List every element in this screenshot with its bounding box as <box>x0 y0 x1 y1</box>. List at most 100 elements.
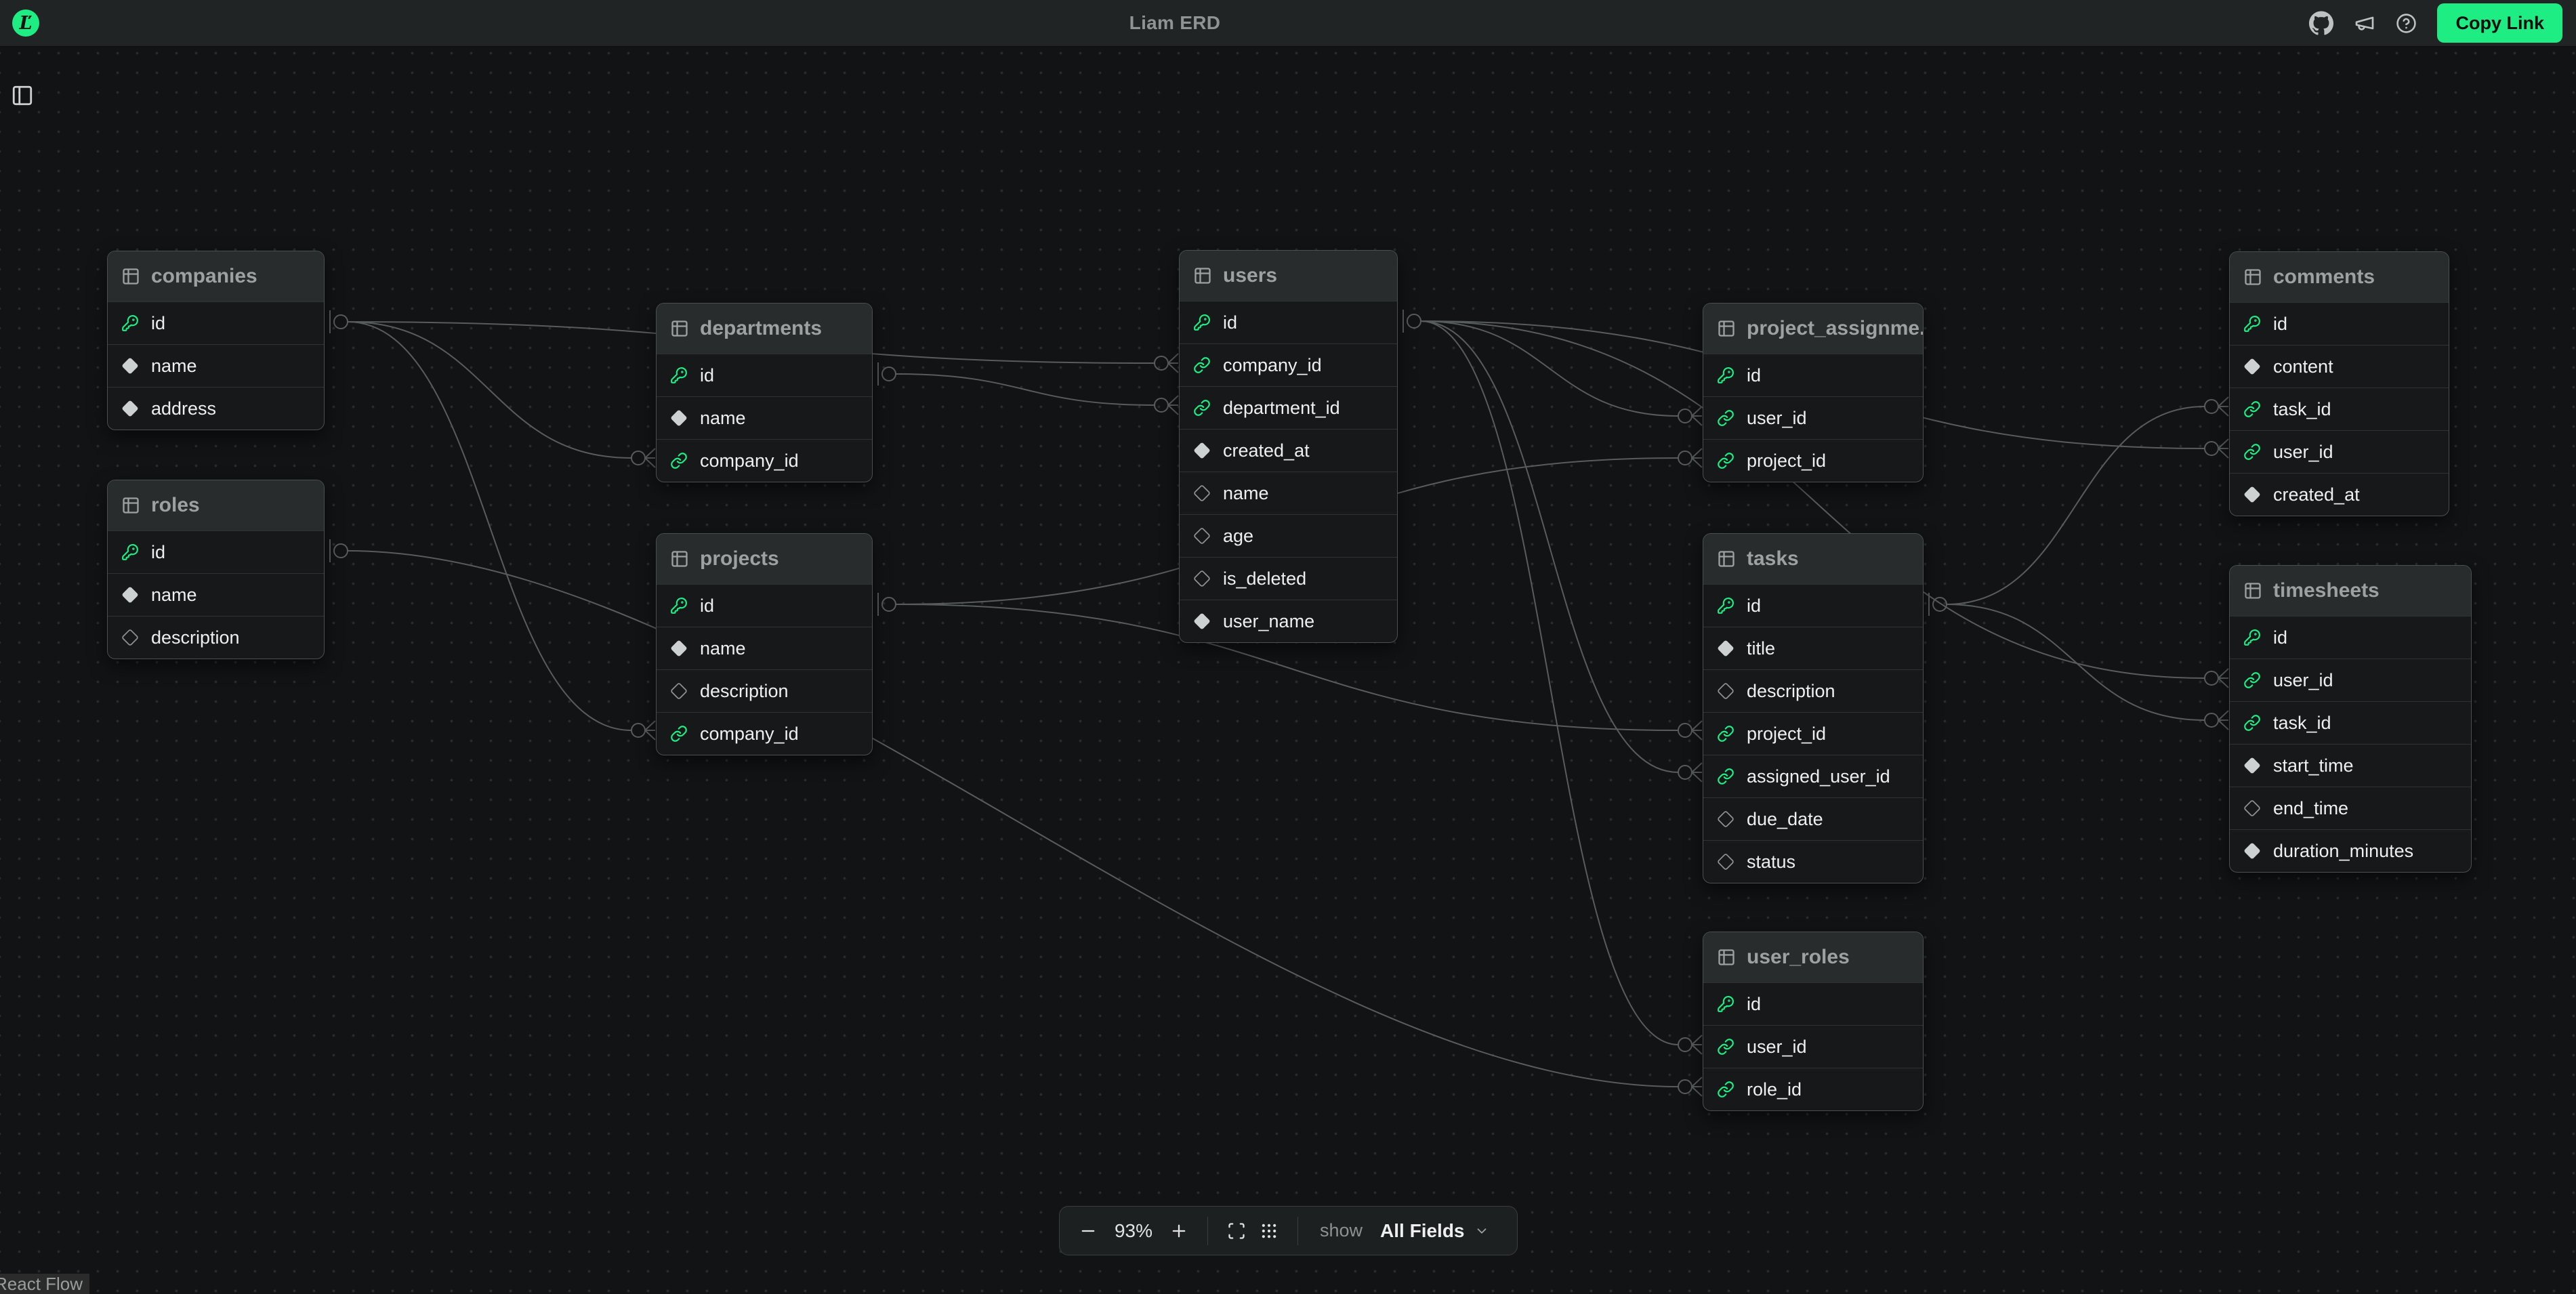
field-timesheets-end_time[interactable]: end_time <box>2230 787 2471 829</box>
table-header-comments[interactable]: comments <box>2230 252 2449 302</box>
field-projects-description[interactable]: description <box>657 669 872 712</box>
tidy-up-icon[interactable] <box>1260 1222 1279 1240</box>
field-name: content <box>2273 356 2333 377</box>
table-companies[interactable]: companiesid name address <box>107 251 325 430</box>
fit-view-icon[interactable] <box>1227 1222 1246 1240</box>
field-name: role_id <box>1747 1079 1802 1100</box>
field-name: id <box>151 542 165 563</box>
field-name: name <box>151 356 197 377</box>
field-name: task_id <box>2273 713 2331 734</box>
table-header-timesheets[interactable]: timesheets <box>2230 566 2471 616</box>
megaphone-icon[interactable] <box>2354 12 2375 34</box>
field-name: name <box>1223 483 1269 504</box>
table-header-users[interactable]: users <box>1180 251 1397 301</box>
field-departments-id[interactable]: id <box>657 354 872 396</box>
diamond-outline-icon <box>1193 484 1211 502</box>
field-roles-name[interactable]: name <box>108 573 324 616</box>
field-project_assignments-user_id[interactable]: user_id <box>1703 396 1923 439</box>
field-projects-id[interactable]: id <box>657 584 872 627</box>
field-roles-id[interactable]: id <box>108 530 324 573</box>
table-departments[interactable]: departmentsidnamecompany_id <box>656 303 873 482</box>
table-name: projects <box>700 547 779 570</box>
table-tasks[interactable]: tasksidtitledescriptionproject_idassigne… <box>1703 533 1924 883</box>
field-tasks-id[interactable]: id <box>1703 584 1923 627</box>
table-header-departments[interactable]: departments <box>657 304 872 354</box>
field-companies-name[interactable]: name <box>108 344 324 387</box>
field-tasks-description[interactable]: description <box>1703 669 1923 712</box>
field-name: user_id <box>2273 442 2333 463</box>
table-users[interactable]: usersidcompany_id department_id created_at… <box>1179 250 1398 643</box>
zoom-in-button[interactable] <box>1169 1222 1188 1240</box>
table-icon <box>670 319 689 338</box>
copy-link-button[interactable]: Copy Link <box>2437 3 2562 43</box>
field-project_assignments-project_id[interactable]: project_id <box>1703 439 1923 482</box>
field-user_roles-role_id[interactable]: role_id <box>1703 1068 1923 1110</box>
diamond-filled-icon <box>2243 486 2261 503</box>
app-root: companiesidnameaddressrolesidnamedescrip… <box>0 0 2576 1294</box>
table-project_assignments[interactable]: project_assignme...iduser_idproject_id <box>1703 303 1924 482</box>
field-companies-id[interactable]: id <box>108 301 324 344</box>
field-tasks-assigned_user_id[interactable]: assigned_user_id <box>1703 755 1923 797</box>
field-tasks-project_id[interactable]: project_id <box>1703 712 1923 755</box>
field-comments-content[interactable]: content <box>2230 345 2449 388</box>
field-users-company_id[interactable]: company_id <box>1180 343 1397 386</box>
field-roles-description[interactable]: description <box>108 616 324 659</box>
field-timesheets-id[interactable]: id <box>2230 616 2471 659</box>
field-users-user_name[interactable]: user_name <box>1180 600 1397 642</box>
table-header-project_assignments[interactable]: project_assignme... <box>1703 304 1923 354</box>
field-name: department_id <box>1223 398 1340 419</box>
table-header-companies[interactable]: companies <box>108 251 324 301</box>
field-users-id[interactable]: id <box>1180 301 1397 343</box>
field-timesheets-start_time[interactable]: start_time <box>2230 744 2471 787</box>
diamond-filled-icon <box>121 400 139 417</box>
fields-filter-dropdown[interactable]: All Fields <box>1376 1219 1493 1243</box>
react-flow-attribution[interactable]: React Flow <box>0 1274 89 1294</box>
liam-logo[interactable]: Ľ <box>12 9 39 37</box>
field-comments-user_id[interactable]: user_id <box>2230 430 2449 473</box>
field-departments-name[interactable]: name <box>657 396 872 439</box>
field-users-created_at[interactable]: created_at <box>1180 429 1397 472</box>
field-tasks-title[interactable]: title <box>1703 627 1923 669</box>
field-tasks-status[interactable]: status <box>1703 840 1923 883</box>
diamond-outline-icon <box>1193 527 1211 545</box>
table-header-roles[interactable]: roles <box>108 480 324 530</box>
table-timesheets[interactable]: timesheetsiduser_id task_id start_timeend_… <box>2229 565 2472 873</box>
field-users-name[interactable]: name <box>1180 472 1397 514</box>
diamond-filled-icon <box>1193 442 1211 459</box>
table-header-user_roles[interactable]: user_roles <box>1703 932 1923 982</box>
field-users-is_deleted[interactable]: is_deleted <box>1180 557 1397 600</box>
header-actions: Copy Link <box>2309 0 2562 46</box>
field-projects-name[interactable]: name <box>657 627 872 669</box>
field-timesheets-task_id[interactable]: task_id <box>2230 701 2471 744</box>
field-user_roles-user_id[interactable]: user_id <box>1703 1025 1923 1068</box>
field-timesheets-duration_minutes[interactable]: duration_minutes <box>2230 829 2471 872</box>
diamond-filled-icon <box>1193 612 1211 630</box>
field-user_roles-id[interactable]: id <box>1703 982 1923 1025</box>
github-icon[interactable] <box>2309 11 2333 35</box>
table-header-projects[interactable]: projects <box>657 534 872 584</box>
canvas[interactable] <box>0 0 2576 1294</box>
field-comments-id[interactable]: id <box>2230 302 2449 345</box>
link-icon <box>670 725 688 743</box>
field-timesheets-user_id[interactable]: user_id <box>2230 659 2471 701</box>
field-comments-created_at[interactable]: created_at <box>2230 473 2449 516</box>
table-icon <box>121 496 140 515</box>
field-project_assignments-id[interactable]: id <box>1703 354 1923 396</box>
field-comments-task_id[interactable]: task_id <box>2230 388 2449 430</box>
table-user_roles[interactable]: user_rolesiduser_id role_id <box>1703 932 1924 1111</box>
field-users-age[interactable]: age <box>1180 514 1397 557</box>
zoom-out-button[interactable] <box>1079 1222 1098 1240</box>
help-icon[interactable] <box>2396 13 2417 34</box>
field-departments-company_id[interactable]: company_id <box>657 439 872 482</box>
field-projects-company_id[interactable]: company_id <box>657 712 872 755</box>
diamond-filled-icon <box>1717 640 1734 657</box>
table-projects[interactable]: projects idnamedescriptioncompany_id <box>656 533 873 755</box>
field-users-department_id[interactable]: department_id <box>1180 386 1397 429</box>
sidebar-toggle-button[interactable] <box>11 83 37 108</box>
table-roles[interactable]: roles id namedescription <box>107 480 325 659</box>
table-header-tasks[interactable]: tasks <box>1703 534 1923 584</box>
table-icon <box>670 549 689 568</box>
table-comments[interactable]: commentsid content task_id user_id created_a… <box>2229 251 2449 516</box>
field-tasks-due_date[interactable]: due_date <box>1703 797 1923 840</box>
field-companies-address[interactable]: address <box>108 387 324 430</box>
